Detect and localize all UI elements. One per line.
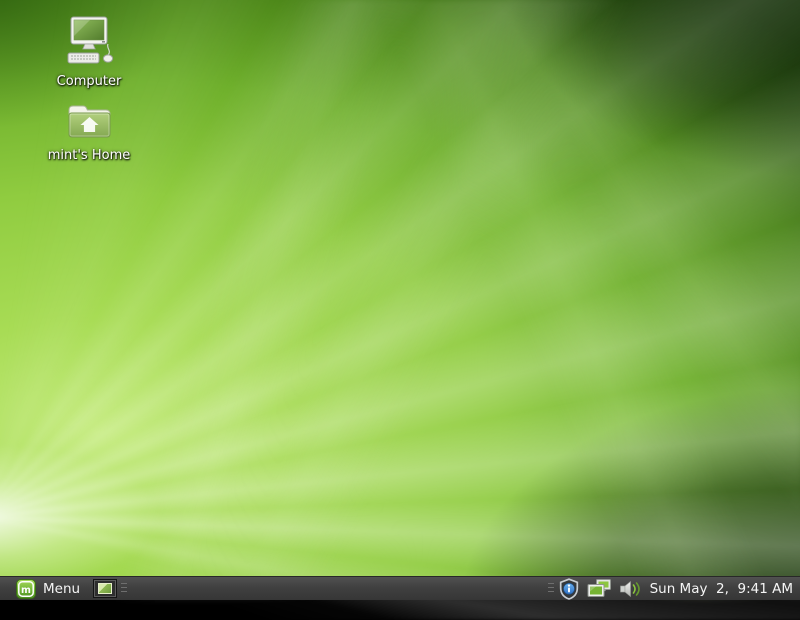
desktop-icon-label: Computer — [57, 74, 122, 89]
svg-text:m: m — [21, 584, 31, 595]
show-desktop-button[interactable] — [93, 579, 117, 598]
panel-handle-left[interactable] — [121, 583, 127, 594]
computer-icon — [60, 15, 118, 71]
system-tray — [558, 578, 644, 600]
show-desktop-icon — [98, 583, 112, 594]
update-shield-icon[interactable] — [558, 578, 580, 600]
desktop-wallpaper — [0, 0, 800, 600]
network-monitors-icon[interactable] — [587, 579, 612, 599]
desktop-icon-label: mint's Home — [48, 148, 130, 163]
menu-button-label: Menu — [43, 581, 80, 597]
panel-clock[interactable]: Sun May 2, 9:41 AM — [644, 581, 800, 597]
desktop-icon-computer[interactable]: Computer — [39, 15, 139, 89]
menu-button[interactable]: m Menu — [0, 577, 89, 600]
home-folder-icon — [66, 101, 112, 145]
speaker-icon[interactable] — [619, 580, 644, 598]
panel-handle-right[interactable] — [548, 583, 554, 594]
desktop-icon-home[interactable]: mint's Home — [39, 101, 139, 163]
linux-mint-logo-icon: m — [16, 579, 36, 599]
bottom-panel: m Menu — [0, 576, 800, 600]
